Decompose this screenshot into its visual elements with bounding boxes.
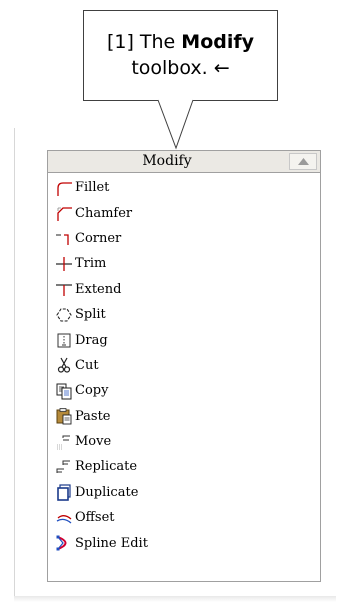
collapse-button[interactable]: [289, 153, 317, 170]
toolbox-title: Modify: [142, 153, 192, 169]
tool-label: Replicate: [75, 459, 138, 475]
tool-corner[interactable]: Corner: [55, 226, 315, 251]
fillet-icon: [57, 182, 72, 196]
tool-label: Move: [75, 434, 112, 450]
replicate-icon: [56, 460, 70, 473]
tool-cut[interactable]: Cut: [55, 353, 315, 378]
tool-offset[interactable]: Offset: [55, 505, 315, 530]
frame-shadow: [14, 596, 336, 602]
split-icon: [56, 308, 72, 322]
tool-copy[interactable]: Copy: [55, 378, 315, 403]
tool-trim[interactable]: Trim: [55, 251, 315, 276]
triangle-up-icon: [298, 158, 309, 165]
chamfer-icon: [57, 207, 72, 222]
paste-icon: [56, 408, 72, 425]
tool-label: Spline Edit: [75, 535, 148, 551]
tool-chamfer[interactable]: Chamfer: [55, 200, 315, 225]
corner-icon: [56, 234, 69, 246]
tool-label: Duplicate: [75, 484, 139, 500]
tool-split[interactable]: Split: [55, 302, 315, 327]
tool-fillet[interactable]: Fillet: [55, 175, 315, 200]
trim-icon: [56, 256, 72, 271]
tool-spline-edit[interactable]: Spline Edit: [55, 530, 315, 555]
callout-box: [1] The Modify toolbox. ←: [83, 10, 278, 101]
tool-label: Corner: [75, 230, 122, 246]
tool-label: Copy: [75, 383, 109, 399]
tool-label: Chamfer: [75, 205, 133, 221]
tool-label: Extend: [75, 281, 122, 297]
scissors-icon: [57, 358, 71, 374]
callout-suffix: toolbox. ←: [131, 57, 230, 79]
callout-prefix: [1] The: [106, 31, 176, 53]
copy-icon: [56, 383, 72, 400]
drag-icon: [57, 333, 71, 348]
tool-drag[interactable]: Drag: [55, 327, 315, 352]
tool-label: Cut: [75, 357, 99, 373]
tool-replicate[interactable]: Replicate: [55, 454, 315, 479]
tool-label: Fillet: [75, 180, 110, 196]
toolbox-header[interactable]: Modify: [48, 151, 320, 173]
duplicate-icon: [57, 484, 71, 502]
tool-extend[interactable]: Extend: [55, 277, 315, 302]
tool-label: Paste: [75, 408, 111, 424]
offset-icon: [56, 514, 72, 524]
tool-label: Split: [75, 307, 106, 323]
tool-label: Drag: [75, 332, 108, 348]
callout-bold: Modify: [181, 31, 255, 53]
spline-edit-icon: [56, 535, 67, 551]
tool-duplicate[interactable]: Duplicate: [55, 480, 315, 505]
modify-toolbox: Modify Fillet Chamfer Corner Trim Extend…: [47, 150, 321, 582]
extend-icon: [56, 284, 72, 297]
toolbox-items: Fillet Chamfer Corner Trim Extend Split …: [55, 175, 315, 556]
move-icon: [57, 435, 70, 449]
tool-label: Offset: [75, 510, 115, 526]
tool-paste[interactable]: Paste: [55, 404, 315, 429]
tool-label: Trim: [75, 256, 107, 272]
tool-move[interactable]: Move: [55, 429, 315, 454]
